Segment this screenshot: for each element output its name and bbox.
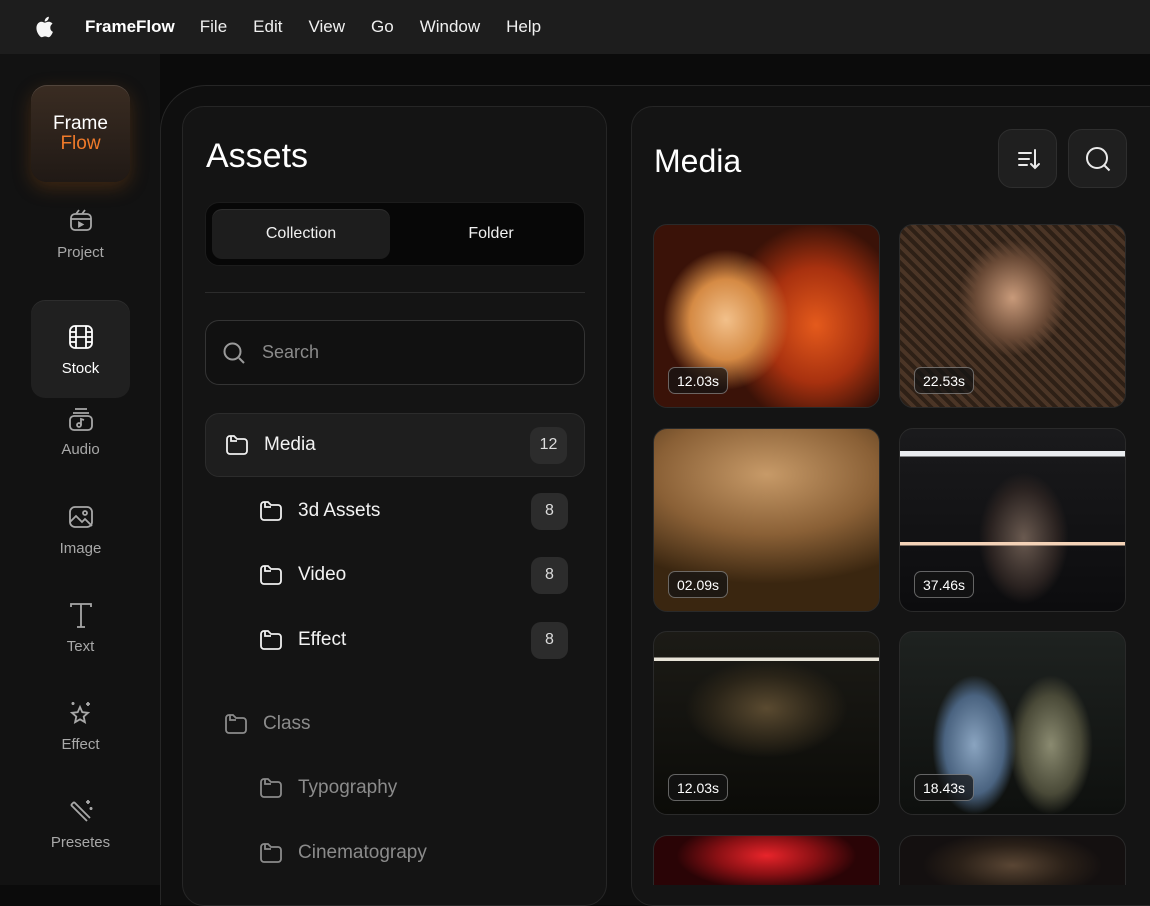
media-thumb[interactable]: 12.03s [653,224,880,408]
tree-item-3d-assets[interactable]: 3d Assets 8 [258,491,568,531]
magic-wand-icon [69,799,92,822]
rail-item-presets[interactable]: Presetes [31,774,130,872]
folder-icon [226,435,248,455]
rail-label: Text [66,637,95,655]
count-badge: 8 [531,556,568,594]
clapper-icon [69,208,92,231]
duration-badge: 02.09s [668,571,729,598]
search-box[interactable] [205,320,585,385]
media-thumb[interactable]: 12.03s [653,631,880,815]
tree-item-cinematography[interactable]: Cinematograpy [258,833,568,873]
duration-badge: 12.03s [668,774,729,801]
folder-icon [260,630,282,650]
text-icon [69,602,92,628]
tree-item-label: Media [264,434,316,455]
media-thumb[interactable]: 22.53s [899,224,1126,408]
tree-item-label: Cinematograpy [298,842,427,863]
sort-icon [1017,148,1040,169]
folder-icon [260,501,282,521]
media-thumb[interactable]: 02.09s [653,428,880,612]
tab-collection[interactable]: Collection [212,209,390,259]
menu-edit[interactable]: Edit [253,17,282,37]
menu-file[interactable]: File [200,17,227,37]
film-icon [68,324,93,349]
media-thumb[interactable] [653,835,880,885]
rail-item-text[interactable]: Text [31,578,130,676]
rail-label: Presetes [50,833,111,851]
tree-item-label: Video [298,564,347,585]
left-rail: Frame Flow Project Stock Audio Image Tex… [0,54,160,885]
duration-badge: 18.43s [914,774,975,801]
folder-icon [260,778,282,798]
tree-item-video[interactable]: Video 8 [258,555,568,595]
folder-icon [260,565,282,585]
tree-item-effect[interactable]: Effect 8 [258,620,568,660]
rail-item-audio[interactable]: Audio [31,381,130,479]
media-thumb[interactable]: 18.43s [899,631,1126,815]
rail-label: Audio [61,440,100,458]
app-name-menu[interactable]: FrameFlow [85,17,175,37]
count-badge: 12 [530,426,567,464]
rail-item-project[interactable]: Project [31,184,130,282]
menu-go[interactable]: Go [371,17,394,37]
logo-line-1: Frame [53,112,108,134]
view-toggle: Collection Folder [205,202,585,266]
menu-view[interactable]: View [308,17,345,37]
sort-button[interactable] [998,129,1057,188]
tree-item-label: Typography [298,777,398,798]
sparkle-icon [69,701,90,724]
rail-item-image[interactable]: Image [31,480,130,578]
rail-label: Project [57,243,104,261]
music-note-icon [68,407,93,431]
tree-item-label: Class [263,713,311,734]
folder-icon [225,714,247,734]
count-badge: 8 [531,492,568,530]
duration-badge: 22.53s [914,367,975,394]
assets-panel: Assets Collection Folder Media 12 3d Ass… [182,106,607,906]
media-title: Media [654,143,742,179]
tab-folder[interactable]: Folder [402,209,580,259]
tree-item-label: Effect [298,629,347,650]
divider [205,292,585,293]
rail-item-effect[interactable]: Effect [31,676,130,774]
tree-item-class[interactable]: Class [223,704,311,744]
count-badge: 8 [531,621,568,659]
media-thumb[interactable]: 37.46s [899,428,1126,612]
tree-item-typography[interactable]: Typography [258,768,568,808]
folder-icon [260,843,282,863]
menu-bar: FrameFlow File Edit View Go Window Help [0,0,1150,54]
logo-line-2: Flow [60,132,101,154]
menu-window[interactable]: Window [420,17,480,37]
search-input[interactable] [262,342,562,363]
search-icon [1085,146,1110,171]
assets-title: Assets [206,137,309,175]
search-icon [223,342,245,364]
search-button[interactable] [1068,129,1127,188]
rail-label: Effect [61,735,100,753]
duration-badge: 37.46s [914,571,975,598]
duration-badge: 12.03s [668,367,729,394]
media-thumb[interactable] [899,835,1126,885]
apple-icon[interactable] [34,16,54,38]
image-icon [68,505,93,528]
tree-item-label: 3d Assets [298,500,381,521]
rail-label: Image [59,539,102,557]
menu-help[interactable]: Help [506,17,541,37]
rail-label: Stock [61,359,100,377]
tree-item-media[interactable]: Media 12 [205,413,585,477]
app-logo: Frame Flow [31,85,130,182]
